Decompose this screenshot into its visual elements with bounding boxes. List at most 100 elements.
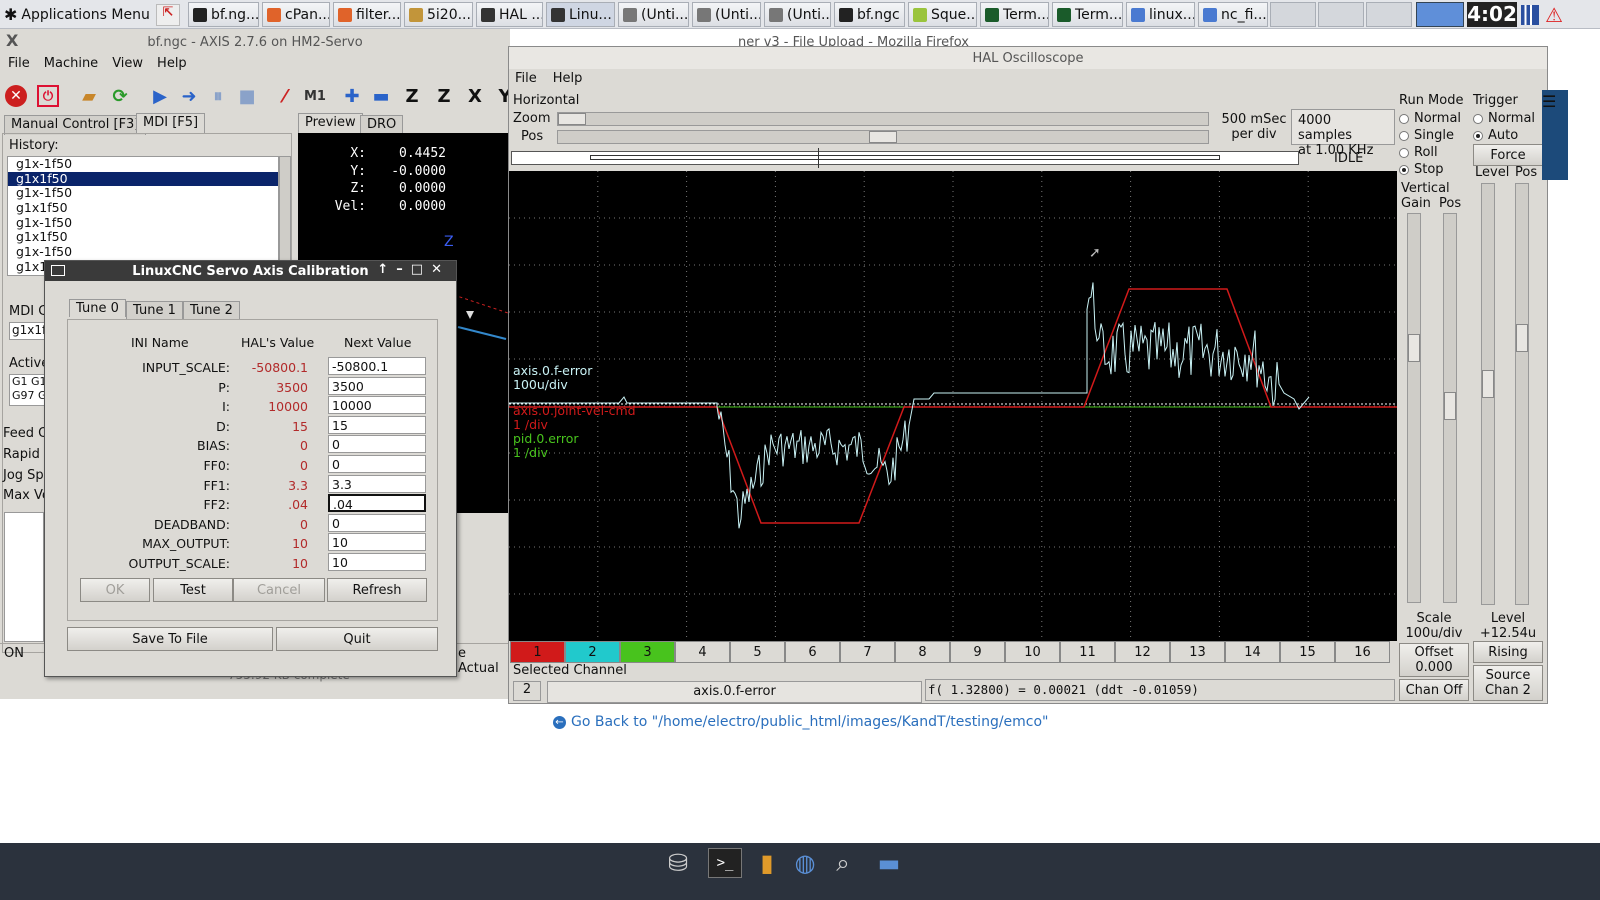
cancel-button[interactable]: Cancel	[233, 578, 325, 602]
view-x-icon[interactable]: X	[462, 83, 488, 109]
next-value-input[interactable]: 3.3	[328, 474, 426, 493]
history-item[interactable]: g1x-1f50	[8, 186, 278, 201]
history-item[interactable]: g1x-1f50	[8, 215, 278, 231]
ok-button[interactable]: OK	[80, 578, 150, 602]
history-scrollbar[interactable]	[279, 156, 291, 276]
history-list[interactable]: g1x-1f50 g1x1f50 g1x-1f50 g1x1f50 g1x-1f50 g1…	[7, 156, 279, 276]
history-item[interactable]: g1x-1f50	[8, 157, 278, 172]
search-icon[interactable]: ⌕	[826, 848, 860, 878]
view-z2-icon[interactable]: Z	[431, 83, 457, 109]
hamburger-menu-icon[interactable]: ☰	[1542, 92, 1556, 111]
refresh-button[interactable]: Refresh	[327, 578, 427, 602]
step-icon[interactable]: ➜	[176, 83, 202, 109]
scope-display[interactable]	[509, 171, 1397, 641]
quit-button[interactable]: Quit	[276, 627, 438, 651]
channel-button-1[interactable]: 1	[510, 641, 565, 663]
open-file-icon[interactable]: ▰	[76, 83, 102, 109]
tab-tune-2[interactable]: Tune 2	[183, 301, 240, 319]
run-mode-normal-radio[interactable]: Normal	[1399, 110, 1469, 127]
channel-button-3[interactable]: 3	[620, 641, 675, 663]
trigger-source-button[interactable]: Source Chan 2	[1473, 665, 1543, 701]
taskbar-button[interactable]: (Unti...	[618, 2, 689, 27]
offset-button[interactable]: Offset 0.000	[1399, 643, 1469, 677]
applications-menu[interactable]: ✱ Applications Menu	[0, 0, 154, 29]
taskbar-button[interactable]: nc_fi...	[1198, 2, 1268, 27]
trigger-pos-slider[interactable]	[1515, 183, 1529, 605]
axis-titlebar[interactable]: X bf.ngc - AXIS 2.7.6 on HM2-Servo	[0, 29, 510, 55]
drive-icon[interactable]: ⛁	[661, 848, 695, 878]
channel-button-14[interactable]: 14	[1225, 641, 1280, 663]
pause-icon[interactable]: ⏸	[205, 83, 231, 109]
channel-button-10[interactable]: 10	[1005, 641, 1060, 663]
channel-button-15[interactable]: 15	[1280, 641, 1335, 663]
trigger-level-knob[interactable]	[1482, 370, 1494, 398]
scope-menu-help[interactable]: Help	[553, 71, 583, 86]
test-button[interactable]: Test	[153, 578, 233, 602]
next-value-input[interactable]: 10	[328, 553, 426, 571]
vertical-gain-knob[interactable]	[1408, 334, 1420, 362]
taskbar-empty-slot[interactable]	[1270, 2, 1316, 27]
trigger-level-slider[interactable]	[1481, 183, 1495, 605]
next-value-input[interactable]: 0	[328, 513, 426, 532]
window-menu-icon[interactable]	[51, 265, 65, 276]
next-value-input[interactable]: -50800.1	[328, 357, 426, 375]
pos-slider-knob[interactable]	[869, 131, 897, 143]
up-icon[interactable]: ↑	[377, 262, 396, 277]
maximize-icon[interactable]: □	[411, 262, 431, 277]
taskbar-button[interactable]: Term...	[980, 2, 1049, 27]
history-item[interactable]: g1x1f50	[8, 200, 278, 216]
tab-tune-0[interactable]: Tune 0	[69, 299, 126, 317]
run-mode-stop-radio[interactable]: Stop	[1399, 161, 1469, 178]
history-item[interactable]: g1x1f50	[8, 171, 278, 187]
trigger-normal-radio[interactable]: Normal	[1473, 110, 1545, 127]
taskbar-button[interactable]: (Unti...	[764, 2, 831, 27]
close-icon[interactable]: ✕	[431, 262, 450, 277]
block-delete-icon[interactable]: ⁄	[272, 83, 298, 109]
run-mode-single-radio[interactable]: Single	[1399, 127, 1469, 144]
menu-machine[interactable]: Machine	[44, 56, 98, 71]
minimize-icon[interactable]: –	[396, 262, 411, 277]
tab-preview[interactable]: Preview	[298, 113, 363, 133]
taskbar-button[interactable]: linux...	[1126, 2, 1195, 27]
channel-button-7[interactable]: 7	[840, 641, 895, 663]
taskbar-button[interactable]: (Unti...	[692, 2, 761, 27]
tab-mdi[interactable]: MDI [F5]	[136, 113, 206, 133]
taskbar-button[interactable]: HAL ...	[476, 2, 543, 27]
stop-icon[interactable]: ■	[234, 83, 260, 109]
taskbar-button[interactable]: Linu...	[546, 2, 615, 27]
workspace-switcher[interactable]	[1416, 2, 1464, 27]
edge-button[interactable]: Rising	[1473, 641, 1543, 663]
vertical-pos-slider[interactable]	[1443, 213, 1457, 603]
zoom-slider[interactable]	[557, 112, 1209, 126]
pos-slider[interactable]	[557, 130, 1209, 144]
selected-channel-name-button[interactable]: axis.0.f-error	[547, 681, 922, 703]
chan-off-button[interactable]: Chan Off	[1399, 679, 1469, 701]
taskbar-button[interactable]: bf.ng...	[188, 2, 259, 27]
vertical-pos-knob[interactable]	[1444, 392, 1456, 420]
taskbar-button[interactable]: Term...	[1052, 2, 1123, 27]
next-value-input[interactable]: 10	[328, 533, 426, 552]
tab-manual-control[interactable]: Manual Control [F3]	[4, 115, 147, 135]
gcode-listing[interactable]	[4, 512, 44, 642]
vertical-gain-slider[interactable]	[1407, 213, 1421, 603]
trigger-pos-knob[interactable]	[1516, 324, 1528, 352]
globe-icon[interactable]: ◍	[788, 848, 822, 878]
network-graph-icon[interactable]	[1521, 5, 1539, 25]
menu-help[interactable]: Help	[157, 56, 187, 71]
power-icon[interactable]: ⏻	[37, 85, 59, 107]
warning-icon[interactable]: ⚠	[1545, 3, 1563, 27]
next-value-input[interactable]: 0	[328, 455, 426, 473]
optional-stop-icon[interactable]: M1	[302, 83, 328, 109]
zoom-slider-knob[interactable]	[558, 113, 586, 125]
menu-file[interactable]: File	[8, 56, 30, 71]
next-value-input[interactable]: 0	[328, 435, 426, 454]
channel-button-12[interactable]: 12	[1115, 641, 1170, 663]
firefox-back-link[interactable]: ← Go Back to "/home/electro/public_html/…	[553, 714, 1049, 730]
next-value-input[interactable]: 15	[328, 415, 426, 434]
tab-dro[interactable]: DRO	[360, 115, 404, 135]
dialog-titlebar[interactable]: LinuxCNC Servo Axis Calibration ↑–□✕	[45, 261, 456, 281]
archive-icon[interactable]: ▮	[750, 848, 784, 878]
channel-button-13[interactable]: 13	[1170, 641, 1225, 663]
channel-button-11[interactable]: 11	[1060, 641, 1115, 663]
estop-icon[interactable]: ✕	[5, 85, 27, 107]
